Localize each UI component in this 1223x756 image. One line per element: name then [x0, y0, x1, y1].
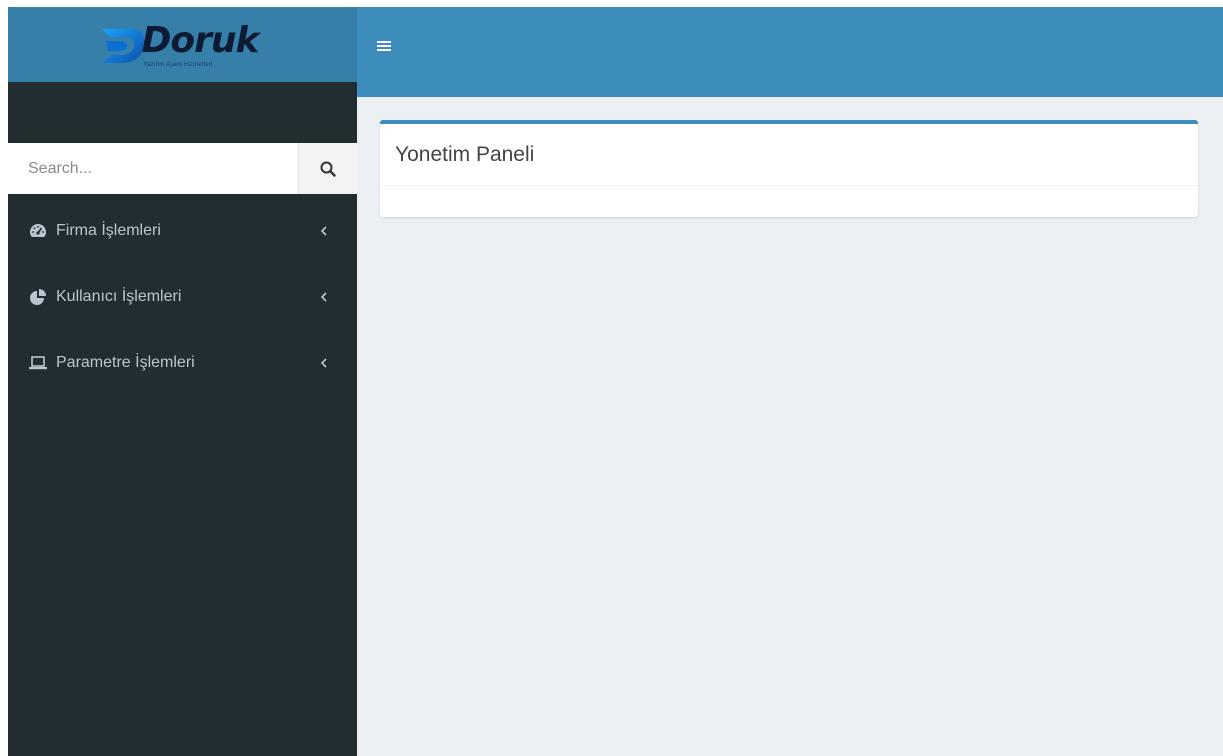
logo: Doruk Yazılım Ajans Hizmetleri: [98, 17, 268, 73]
logo-tagline: Yazılım Ajans Hizmetleri: [143, 61, 213, 68]
sidebar-search-form: [8, 143, 357, 194]
sidebar-item-parametre-islemleri[interactable]: Parametre İşlemleri: [8, 330, 357, 396]
sidebar-item-firma-islemleri[interactable]: Firma İşlemleri: [8, 198, 357, 264]
chevron-left-icon: [319, 225, 329, 237]
sidebar-item-label: Firma İşlemleri: [56, 222, 161, 239]
logo-text: Doruk: [141, 19, 260, 61]
app-window: Doruk Yazılım Ajans Hizmetleri Search...…: [8, 7, 1223, 756]
search-icon: [320, 161, 336, 177]
sidebar-toggle-button[interactable]: [373, 35, 395, 57]
chevron-left-icon: [319, 357, 329, 369]
logo-mark-icon: [101, 28, 144, 63]
sidebar-item-kullanici-islemleri[interactable]: Kullanıcı İşlemleri: [8, 264, 357, 330]
dashboard-icon: [28, 221, 48, 241]
search-button[interactable]: [298, 143, 357, 194]
search-input[interactable]: [8, 143, 298, 194]
top-navbar: [357, 7, 1223, 97]
chevron-left-icon: [319, 291, 329, 303]
box-header: Yonetim Paneli: [380, 124, 1198, 186]
content-area: Yonetim Paneli: [357, 97, 1223, 756]
page-title: Yonetim Paneli: [395, 142, 535, 166]
laptop-icon: [28, 353, 48, 373]
pie-chart-icon: [28, 287, 48, 307]
sidebar-item-label: Parametre İşlemleri: [56, 354, 195, 371]
sidebar-menu: Firma İşlemleri Kullanıcı İşlemleri Para…: [8, 198, 357, 396]
sidebar: Doruk Yazılım Ajans Hizmetleri Search...…: [8, 7, 357, 756]
dashboard-box: Yonetim Paneli: [380, 120, 1198, 217]
sidebar-item-label: Kullanıcı İşlemleri: [56, 288, 182, 305]
logo-area[interactable]: Doruk Yazılım Ajans Hizmetleri: [8, 7, 357, 82]
hamburger-icon: [377, 41, 391, 51]
